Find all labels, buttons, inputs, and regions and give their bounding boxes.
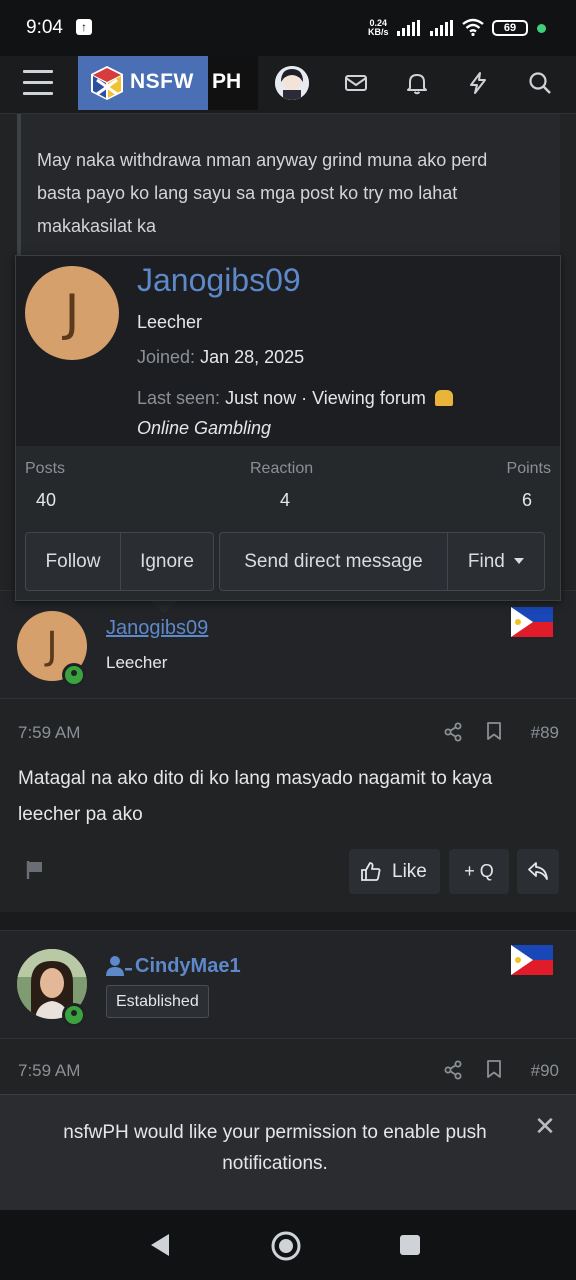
status-time: 9:04: [26, 17, 63, 38]
privacy-indicator-dot: [537, 24, 546, 33]
member-tooltip-card: J Janogibs09 Leecher Joined: Jan 28, 202…: [15, 255, 561, 601]
battery-icon: 69: [492, 20, 528, 36]
signal-icon-2: [430, 20, 453, 36]
member-card-header: J Janogibs09 Leecher Joined: Jan 28, 202…: [16, 256, 560, 446]
follow-ignore-group: Follow Ignore: [25, 532, 214, 591]
online-status-icon: [62, 663, 86, 687]
share-icon[interactable]: [443, 722, 463, 742]
thumbs-up-icon: [361, 862, 381, 881]
network-speed: 0.24 KB/s: [368, 18, 389, 37]
member-last-seen-value: Just now · Viewing forum: [225, 388, 426, 408]
bolt-icon[interactable]: [465, 70, 491, 96]
stat-reaction-value[interactable]: 4: [280, 490, 290, 511]
post-user-block: J Janogibs09 Leecher: [0, 590, 576, 698]
stat-points-label: Points: [506, 460, 551, 477]
follow-button[interactable]: Follow: [26, 533, 120, 590]
status-bar: 9:04 ↑ 0.24 KB/s 69: [0, 0, 576, 56]
post-89: 7:59 AM #89 Matagal na ako dito di ko la…: [0, 698, 576, 912]
like-button[interactable]: Like: [349, 849, 440, 894]
logo-text: NSFW: [130, 70, 194, 93]
member-username[interactable]: Janogibs09: [137, 262, 301, 299]
user-title-badge: Established: [106, 985, 209, 1018]
philippines-flag-icon: [511, 607, 553, 637]
member-forum-link[interactable]: Online Gambling: [137, 418, 271, 438]
post-number[interactable]: #89: [531, 723, 559, 743]
message-find-group: Send direct message Find: [219, 532, 545, 591]
bookmark-icon-2[interactable]: [485, 1059, 503, 1079]
member-stats: Posts 40 Reaction 4 Points 6: [16, 446, 560, 522]
wifi-icon: [462, 18, 484, 36]
avatar-image: [275, 66, 309, 100]
post-username-2[interactable]: CindyMae1: [135, 955, 241, 978]
back-icon[interactable]: [148, 1232, 172, 1258]
bell-icon[interactable]: [404, 70, 430, 96]
multi-quote-button[interactable]: + Q: [449, 849, 509, 894]
push-permission-banner: nsfwPH would like your permission to ena…: [0, 1094, 576, 1210]
logo-cube-icon: [91, 66, 123, 100]
report-flag-icon[interactable]: [24, 859, 46, 881]
member-avatar[interactable]: J: [25, 266, 119, 360]
share-icon-2[interactable]: [443, 1060, 463, 1080]
user-avatar[interactable]: [275, 66, 309, 100]
post-time[interactable]: 7:59 AM: [18, 723, 80, 743]
ignore-button[interactable]: Ignore: [121, 533, 213, 590]
stat-points-value[interactable]: 6: [522, 490, 532, 511]
member-title: Leecher: [137, 312, 203, 332]
post-number-2[interactable]: #90: [531, 1061, 559, 1081]
online-status-icon-2: [62, 1003, 86, 1027]
find-label: Find: [467, 551, 505, 572]
user-check-icon: [106, 956, 132, 976]
stat-posts-value[interactable]: 40: [36, 490, 56, 511]
send-message-button[interactable]: Send direct message: [220, 533, 447, 590]
reply-icon: [528, 862, 548, 880]
tooltip-arrow: [150, 600, 178, 614]
push-banner-text: nsfwPH would like your permission to ena…: [63, 1122, 487, 1174]
post-90: 7:59 AM #90: [0, 1038, 576, 1098]
inbox-icon[interactable]: [343, 70, 369, 96]
slot-machine-icon: [434, 390, 453, 406]
quote-text: May naka withdrawa nman anyway grind mun…: [37, 150, 488, 236]
logo-suffix: PH: [212, 70, 242, 93]
signal-icon: [397, 20, 420, 36]
member-actions: Follow Ignore Send direct message Find: [16, 522, 560, 600]
member-joined-date: Jan 28, 2025: [200, 347, 305, 367]
like-label: Like: [392, 861, 427, 882]
site-logo[interactable]: NSFW PH: [78, 56, 258, 110]
system-nav-bar: [0, 1210, 576, 1280]
stat-reaction-label: Reaction: [250, 460, 314, 477]
site-header: NSFW PH: [0, 56, 576, 114]
post-username[interactable]: Janogibs09: [106, 617, 208, 640]
post-user-block-2: CindyMae1 Established: [0, 930, 576, 1038]
philippines-flag-icon-2: [511, 945, 553, 975]
post-separator: [0, 912, 576, 930]
chevron-down-icon: [514, 558, 525, 564]
menu-button[interactable]: [23, 70, 53, 98]
upload-icon: ↑: [76, 19, 92, 35]
close-icon[interactable]: ✕: [532, 1113, 558, 1139]
find-button[interactable]: Find: [448, 533, 544, 590]
member-joined: Joined: Jan 28, 2025: [137, 347, 305, 367]
stat-posts-label: Posts: [25, 460, 66, 477]
recents-icon[interactable]: [399, 1234, 421, 1256]
member-last-seen: Last seen: Just now · Viewing forum Onli…: [137, 383, 547, 443]
home-icon[interactable]: [270, 1230, 302, 1262]
reply-button[interactable]: [517, 849, 559, 894]
post-text: Matagal na ako dito di ko lang masyado n…: [18, 768, 493, 825]
bookmark-icon[interactable]: [485, 721, 503, 741]
post-user-title: Leecher: [106, 653, 168, 672]
post-time-2[interactable]: 7:59 AM: [18, 1061, 80, 1081]
search-icon[interactable]: [527, 70, 553, 96]
post-content-area: May naka withdrawa nman anyway grind mun…: [0, 114, 576, 274]
